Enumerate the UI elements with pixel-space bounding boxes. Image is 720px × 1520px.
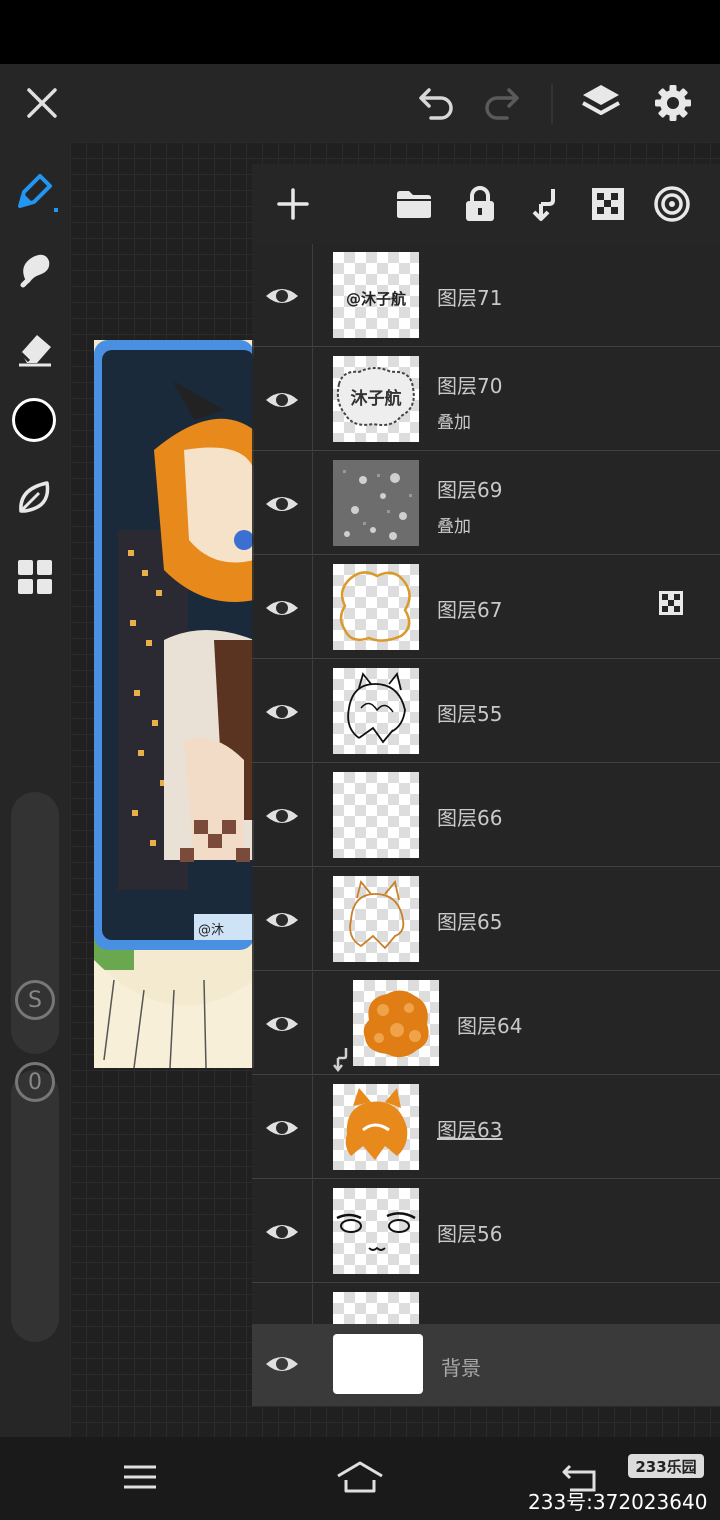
layer-name: 图层65	[437, 910, 503, 934]
layer-thumbnail	[333, 1084, 419, 1170]
layer-thumbnail	[333, 772, 419, 858]
home-icon[interactable]	[335, 1455, 385, 1499]
toolbar-divider	[551, 84, 553, 124]
target-icon[interactable]	[647, 179, 697, 229]
layer-row[interactable]: 图层55	[252, 660, 720, 763]
smudge-icon[interactable]	[10, 244, 60, 294]
watermark-badge: 233乐园	[628, 1454, 704, 1478]
layer-thumbnail: @沐子航	[333, 252, 419, 338]
layer-row[interactable]: 图层69 叠加	[252, 452, 720, 555]
blend-mode: 叠加	[437, 413, 471, 433]
opacity-badge: 0	[15, 1062, 55, 1102]
layer-thumbnail: 沐子航	[333, 356, 419, 442]
watermark-id: 233号:372023640	[528, 1490, 708, 1514]
layer-name: 图层56	[437, 1222, 503, 1246]
clip-indicator-icon	[333, 1048, 348, 1072]
folder-icon[interactable]	[389, 179, 439, 229]
blur-leaf-icon[interactable]	[10, 472, 60, 522]
layer-name: 图层66	[437, 806, 503, 830]
layer-name: 图层67	[437, 598, 503, 622]
layer-thumbnail	[333, 668, 419, 754]
eye-icon[interactable]	[264, 486, 300, 522]
background-thumbnail	[333, 1334, 423, 1394]
eye-icon[interactable]	[264, 1006, 300, 1042]
layer-thumbnail	[333, 460, 419, 546]
layer-row[interactable]: 图层64	[252, 972, 720, 1075]
menu-icon[interactable]	[115, 1455, 165, 1499]
layer-name: 图层71	[437, 286, 503, 310]
eye-icon[interactable]	[264, 1110, 300, 1146]
layer-name: 图层64	[457, 1014, 523, 1038]
artwork-signature: @沐	[198, 923, 224, 938]
checker-icon[interactable]	[583, 179, 633, 229]
eye-icon[interactable]	[264, 902, 300, 938]
grid-menu-icon[interactable]	[10, 552, 60, 602]
thumb-text: 沐子航	[350, 389, 402, 409]
eraser-icon[interactable]	[10, 322, 60, 372]
size-badge: S	[15, 980, 55, 1020]
settings-icon[interactable]	[648, 78, 698, 128]
layers-icon[interactable]	[576, 78, 626, 128]
eye-icon[interactable]	[264, 798, 300, 834]
blend-mode: 叠加	[437, 517, 471, 537]
background-layer-row[interactable]: 背景	[252, 1324, 720, 1406]
lock-icon[interactable]	[455, 179, 505, 229]
layer-name-selected: 图层63	[437, 1118, 503, 1142]
layer-thumbnail	[353, 980, 439, 1066]
thumb-text: @沐子航	[345, 290, 406, 308]
layer-row[interactable]: 图层63	[252, 1076, 720, 1179]
left-toolbar: S 0	[0, 142, 70, 1437]
layer-row[interactable]: 图层56	[252, 1180, 720, 1283]
artwork-preview: @沐	[94, 340, 254, 1068]
layer-row[interactable]	[252, 1284, 720, 1324]
layer-name: 图层69	[437, 478, 503, 502]
redo-icon[interactable]	[476, 78, 526, 128]
layer-row[interactable]: 图层67	[252, 556, 720, 659]
layer-thumbnail	[333, 564, 419, 650]
eye-icon[interactable]	[264, 590, 300, 626]
eye-icon[interactable]	[264, 694, 300, 730]
layers-panel: @沐子航 图层71 沐子航 图层70 叠加 图层69 叠加 图层67 图层55 …	[252, 164, 720, 1406]
layers-toolbar	[252, 164, 720, 244]
close-icon[interactable]	[17, 78, 67, 128]
layer-row[interactable]: @沐子航 图层71	[252, 244, 720, 347]
clip-arrow-icon[interactable]	[519, 179, 569, 229]
layer-row[interactable]: 沐子航 图层70 叠加	[252, 348, 720, 451]
brush-icon[interactable]	[10, 166, 60, 216]
brush-opacity-slider[interactable]: 0	[11, 1062, 59, 1342]
layer-name: 图层55	[437, 702, 503, 726]
top-bar	[0, 64, 720, 142]
brush-size-slider[interactable]: S	[11, 792, 59, 1054]
alpha-lock-icon[interactable]	[658, 590, 684, 616]
background-layer-name: 背景	[441, 1356, 481, 1380]
status-bar	[0, 0, 720, 64]
eye-icon[interactable]	[264, 382, 300, 418]
layer-thumbnail	[333, 876, 419, 962]
undo-icon[interactable]	[412, 78, 462, 128]
add-layer-icon[interactable]	[268, 179, 318, 229]
layer-thumbnail	[333, 1188, 419, 1274]
eye-icon[interactable]	[264, 278, 300, 314]
eye-icon[interactable]	[264, 1346, 300, 1382]
color-picker[interactable]	[12, 398, 56, 442]
layer-row[interactable]: 图层66	[252, 764, 720, 867]
eye-icon[interactable]	[264, 1214, 300, 1250]
layer-name: 图层70	[437, 374, 503, 398]
layer-row[interactable]: 图层65	[252, 868, 720, 971]
drawing-app-screen: @沐 S 0 @沐子航 图层71 沐子航 图层70 叠加 图层69 叠加 图层6…	[0, 0, 720, 1520]
layer-thumbnail	[333, 1292, 419, 1324]
